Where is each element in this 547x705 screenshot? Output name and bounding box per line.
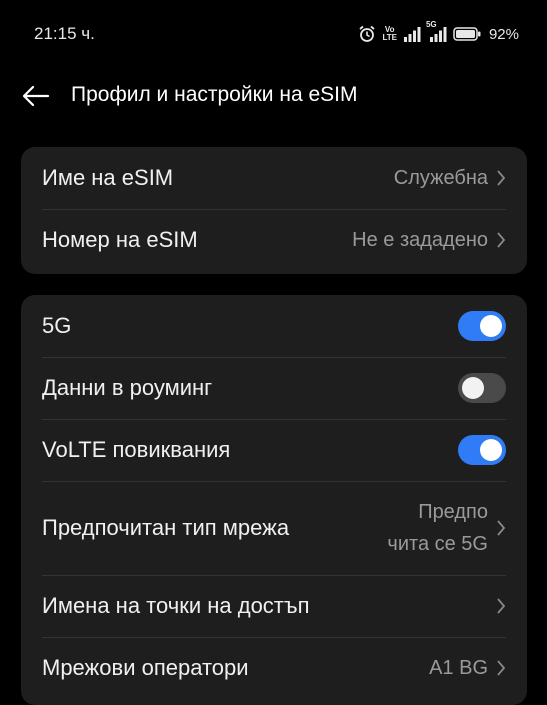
network-type-value-line2: чита се 5G bbox=[387, 533, 488, 555]
network-type-row[interactable]: Предпочитан тип мрежа Предпо чита се 5G bbox=[21, 481, 527, 575]
esim-name-row[interactable]: Име на eSIM Служебна bbox=[21, 147, 527, 209]
network-5g-text: 5G bbox=[425, 20, 437, 29]
toggle-knob bbox=[480, 315, 502, 337]
alarm-icon bbox=[358, 25, 376, 43]
profile-card: Име на eSIM Служебна Номер на eSIM Не е … bbox=[21, 147, 527, 274]
volte-row: VoLTE повиквания bbox=[21, 419, 527, 481]
roaming-label: Данни в роуминг bbox=[42, 375, 213, 400]
apn-row[interactable]: Имена на точки на достъп bbox=[21, 575, 527, 637]
operators-row[interactable]: Мрежови оператори A1 BG bbox=[21, 637, 527, 699]
network-type-label: Предпочитан тип мрежа bbox=[42, 515, 290, 540]
status-time: 21:15 ч. bbox=[34, 24, 95, 43]
back-button[interactable] bbox=[18, 80, 54, 112]
five-g-label: 5G bbox=[42, 313, 72, 338]
esim-number-label: Номер на eSIM bbox=[42, 227, 198, 252]
volte-bottom-text: LTE bbox=[382, 33, 397, 42]
chevron-right-icon bbox=[496, 231, 506, 249]
signal-icon bbox=[403, 26, 421, 42]
apn-label: Имена на точки на достъп bbox=[42, 593, 310, 618]
five-g-row: 5G bbox=[21, 295, 527, 357]
chevron-right-icon bbox=[496, 659, 506, 677]
operators-label: Мрежови оператори bbox=[42, 655, 249, 680]
toggle-knob bbox=[480, 439, 502, 461]
esim-name-value: Служебна bbox=[393, 167, 488, 189]
page-title: Профил и настройки на eSIM bbox=[71, 83, 358, 106]
network-type-value-line1: Предпо bbox=[418, 501, 488, 523]
signal-5g-icon: 5G bbox=[426, 20, 447, 42]
settings-card: 5G Данни в роуминг VoLTE повиквания Пред… bbox=[21, 295, 527, 705]
chevron-right-icon bbox=[496, 169, 506, 187]
esim-number-value: Не е зададено bbox=[352, 229, 488, 251]
volte-icon: Vo LTE bbox=[382, 26, 397, 42]
roaming-row: Данни в роуминг bbox=[21, 357, 527, 419]
esim-number-row[interactable]: Номер на eSIM Не е зададено bbox=[21, 209, 527, 271]
status-icons: Vo LTE 5G 92% bbox=[358, 20, 519, 46]
network-type-value: Предпо чита се 5G bbox=[387, 496, 488, 560]
five-g-toggle[interactable] bbox=[458, 311, 506, 341]
roaming-toggle[interactable] bbox=[458, 373, 506, 403]
app-header: Профил и настройки на eSIM bbox=[0, 72, 547, 120]
volte-toggle[interactable] bbox=[458, 435, 506, 465]
back-arrow-icon bbox=[22, 85, 50, 107]
chevron-right-icon bbox=[496, 597, 506, 615]
toggle-knob bbox=[462, 377, 484, 399]
battery-percent: 92% bbox=[488, 25, 519, 43]
esim-name-label: Име на eSIM bbox=[42, 165, 174, 190]
chevron-right-icon bbox=[496, 519, 506, 537]
volte-label: VoLTE повиквания bbox=[42, 437, 231, 462]
operators-value: A1 BG bbox=[429, 657, 488, 679]
battery-icon bbox=[453, 27, 481, 41]
status-bar: 21:15 ч. Vo LTE 5G 92% bbox=[0, 0, 547, 70]
